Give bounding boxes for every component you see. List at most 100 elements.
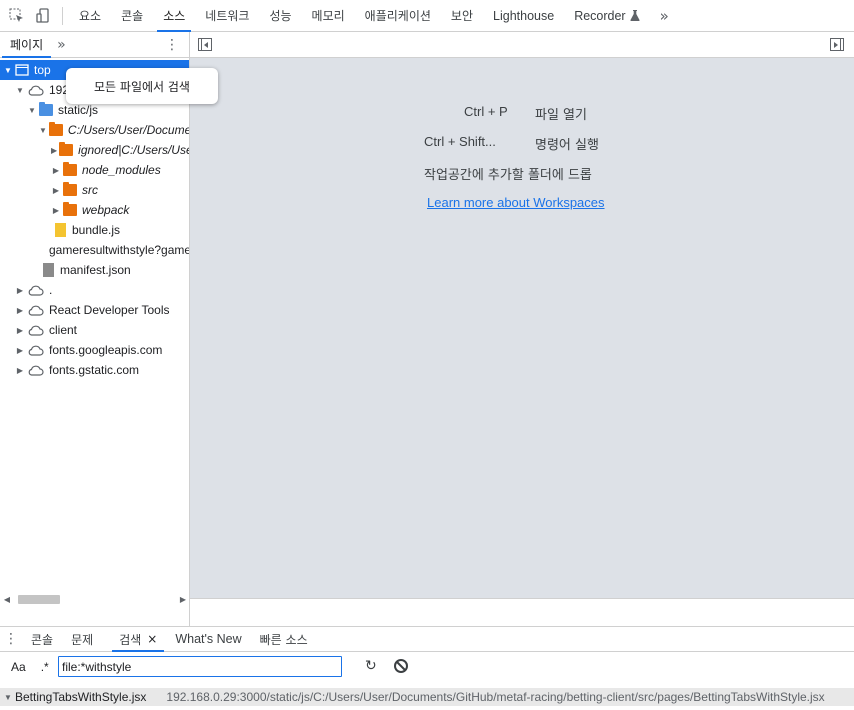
file-navigator: 페이지 » ⋮ ▼ top ▼ 192.168.0.29:3000 ▼ stat… (0, 32, 190, 626)
close-icon[interactable]: × (147, 632, 157, 646)
cloud-icon (28, 365, 44, 376)
folder-icon (63, 182, 77, 196)
clear-icon[interactable] (394, 659, 408, 673)
drawer-tab-console[interactable]: 콘솔 (22, 627, 62, 652)
tree-item-users-folder[interactable]: ▼ C:/Users/User/Documents (0, 120, 189, 140)
drawer-tab-quick-source[interactable]: 빠른 소스 (251, 627, 317, 652)
shortcut-key: Ctrl + P (464, 104, 508, 119)
collapse-arrow-icon[interactable]: ▶ (15, 346, 25, 355)
document-file-icon (43, 263, 54, 277)
scrollbar-thumb[interactable] (18, 595, 60, 604)
editor-status-bar (190, 598, 854, 626)
tree-item-label: bundle.js (72, 223, 121, 237)
tree-item-gameresult[interactable]: gameresultwithstyle?game (0, 240, 189, 260)
tree-item-label: static/js (58, 103, 99, 117)
collapse-arrow-icon[interactable]: ▶ (51, 166, 61, 175)
result-file-path: 192.168.0.29:3000/static/js/C:/Users/Use… (166, 690, 825, 704)
shortcut-key: Ctrl + Shift... (424, 134, 496, 149)
tab-memory[interactable]: 메모리 (302, 0, 355, 32)
tab-recorder[interactable]: Recorder (564, 0, 649, 32)
context-menu: 모든 파일에서 검색 (66, 68, 218, 104)
flask-icon (630, 10, 640, 21)
collapse-arrow-icon[interactable]: ▶ (15, 326, 25, 335)
tab-sources[interactable]: 소스 (153, 0, 195, 32)
horizontal-scrollbar[interactable]: ◀ ▶ (0, 592, 189, 606)
tab-lighthouse[interactable]: Lighthouse (483, 0, 564, 32)
navigator-menu-icon[interactable]: ⋮ (165, 37, 179, 53)
tab-elements[interactable]: 요소 (69, 0, 111, 32)
tree-item-label: webpack (82, 203, 130, 217)
tree-item-react-devtools[interactable]: ▶ React Developer Tools (0, 300, 189, 320)
tree-item-client[interactable]: ▶ client (0, 320, 189, 340)
drawer-tab-issues[interactable]: 문제 (62, 627, 102, 652)
tree-item-label: src (82, 183, 98, 197)
tree-item-gstatic[interactable]: ▶ fonts.gstatic.com (0, 360, 189, 380)
collapse-arrow-icon[interactable]: ▶ (15, 306, 25, 315)
expand-arrow-icon[interactable]: ▼ (3, 66, 13, 75)
regex-toggle[interactable]: .* (41, 660, 49, 674)
tab-performance[interactable]: 성능 (259, 0, 301, 32)
scroll-left-arrow-icon[interactable]: ◀ (0, 595, 14, 604)
learn-more-workspaces-link[interactable]: Learn more about Workspaces (427, 195, 605, 210)
tree-item-label: C:/Users/User/Documents (67, 123, 189, 137)
more-tabs-icon[interactable]: » (650, 7, 679, 25)
tree-item-ignored[interactable]: ▶ ignored|C:/Users/User (0, 140, 189, 160)
tree-item-label: top (34, 63, 51, 77)
menu-item-search-all-files[interactable]: 모든 파일에서 검색 (94, 78, 190, 95)
drawer-tab-search[interactable]: 검색 × (110, 627, 166, 652)
cloud-icon (28, 285, 44, 296)
expand-arrow-icon[interactable]: ▼ (39, 126, 47, 135)
expand-arrow-icon[interactable]: ▼ (1, 693, 15, 702)
tab-network[interactable]: 네트워크 (195, 0, 259, 32)
toggle-navigator-icon[interactable] (198, 38, 212, 51)
search-input[interactable] (58, 656, 342, 677)
drawer-tab-whats-new[interactable]: What's New (166, 627, 250, 652)
tab-security[interactable]: 보안 (441, 0, 483, 32)
collapse-arrow-icon[interactable]: ▶ (51, 146, 57, 155)
shortcut-label: 파일 열기 (535, 108, 587, 123)
tree-item-label: fonts.googleapis.com (49, 343, 163, 357)
tree-item-bundle-js[interactable]: bundle.js (0, 220, 189, 240)
tree-item-label: React Developer Tools (49, 303, 170, 317)
drawer-tabbar: ⋮ 콘솔 문제 검색 × What's New 빠른 소스 (0, 626, 854, 652)
drawer-menu-icon[interactable]: ⋮ (0, 631, 22, 647)
tree-item-label: . (49, 283, 53, 297)
tab-page[interactable]: 페이지 (0, 32, 53, 58)
tab-application[interactable]: 애플리케이션 (355, 0, 441, 32)
tree-item-src[interactable]: ▶ src (0, 180, 189, 200)
toggle-debugger-icon[interactable] (830, 38, 844, 51)
navigator-more-icon[interactable]: » (53, 37, 70, 53)
collapse-arrow-icon[interactable]: ▶ (15, 366, 25, 375)
tree-item-label: fonts.gstatic.com (49, 363, 140, 377)
expand-arrow-icon[interactable]: ▼ (27, 106, 37, 115)
refresh-icon[interactable]: ↻ (365, 658, 377, 674)
cloud-icon (28, 305, 44, 316)
cloud-icon (28, 325, 44, 336)
collapse-arrow-icon[interactable]: ▶ (15, 286, 25, 295)
device-toolbar-icon[interactable] (30, 0, 56, 32)
devtools-toolbar: 요소 콘솔 소스 네트워크 성능 메모리 애플리케이션 보안 Lighthous… (0, 0, 854, 32)
tree-item-label: manifest.json (60, 263, 131, 277)
collapse-arrow-icon[interactable]: ▶ (51, 206, 61, 215)
folder-icon (48, 122, 63, 136)
search-toolbar: Aa .* ↻ (0, 652, 854, 682)
tree-item-node-modules[interactable]: ▶ node_modules (0, 160, 189, 180)
tree-item-googleapis[interactable]: ▶ fonts.googleapis.com (0, 340, 189, 360)
tree-item-dot[interactable]: ▶ . (0, 280, 189, 300)
file-tree: ▼ top ▼ 192.168.0.29:3000 ▼ static/js ▼ … (0, 58, 189, 606)
tree-item-manifest[interactable]: manifest.json (0, 260, 189, 280)
expand-arrow-icon[interactable]: ▼ (15, 86, 25, 95)
tree-item-label: client (49, 323, 78, 337)
scroll-right-arrow-icon[interactable]: ▶ (176, 595, 189, 604)
tree-item-label: ignored|C:/Users/User (78, 143, 189, 157)
editor-placeholder: Ctrl + P 파일 열기 Ctrl + Shift... 명령어 실행 작업… (190, 58, 854, 598)
tree-item-webpack[interactable]: ▶ webpack (0, 200, 189, 220)
inspect-element-icon[interactable] (4, 0, 30, 32)
folder-icon (63, 162, 77, 176)
shortcut-label: 명령어 실행 (535, 138, 599, 153)
match-case-toggle[interactable]: Aa (11, 660, 26, 674)
tab-console[interactable]: 콘솔 (111, 0, 153, 32)
collapse-arrow-icon[interactable]: ▶ (51, 186, 61, 195)
cloud-icon (28, 85, 44, 96)
search-result-row[interactable]: ▼ BettingTabsWithStyle.jsx 192.168.0.29:… (0, 688, 854, 706)
